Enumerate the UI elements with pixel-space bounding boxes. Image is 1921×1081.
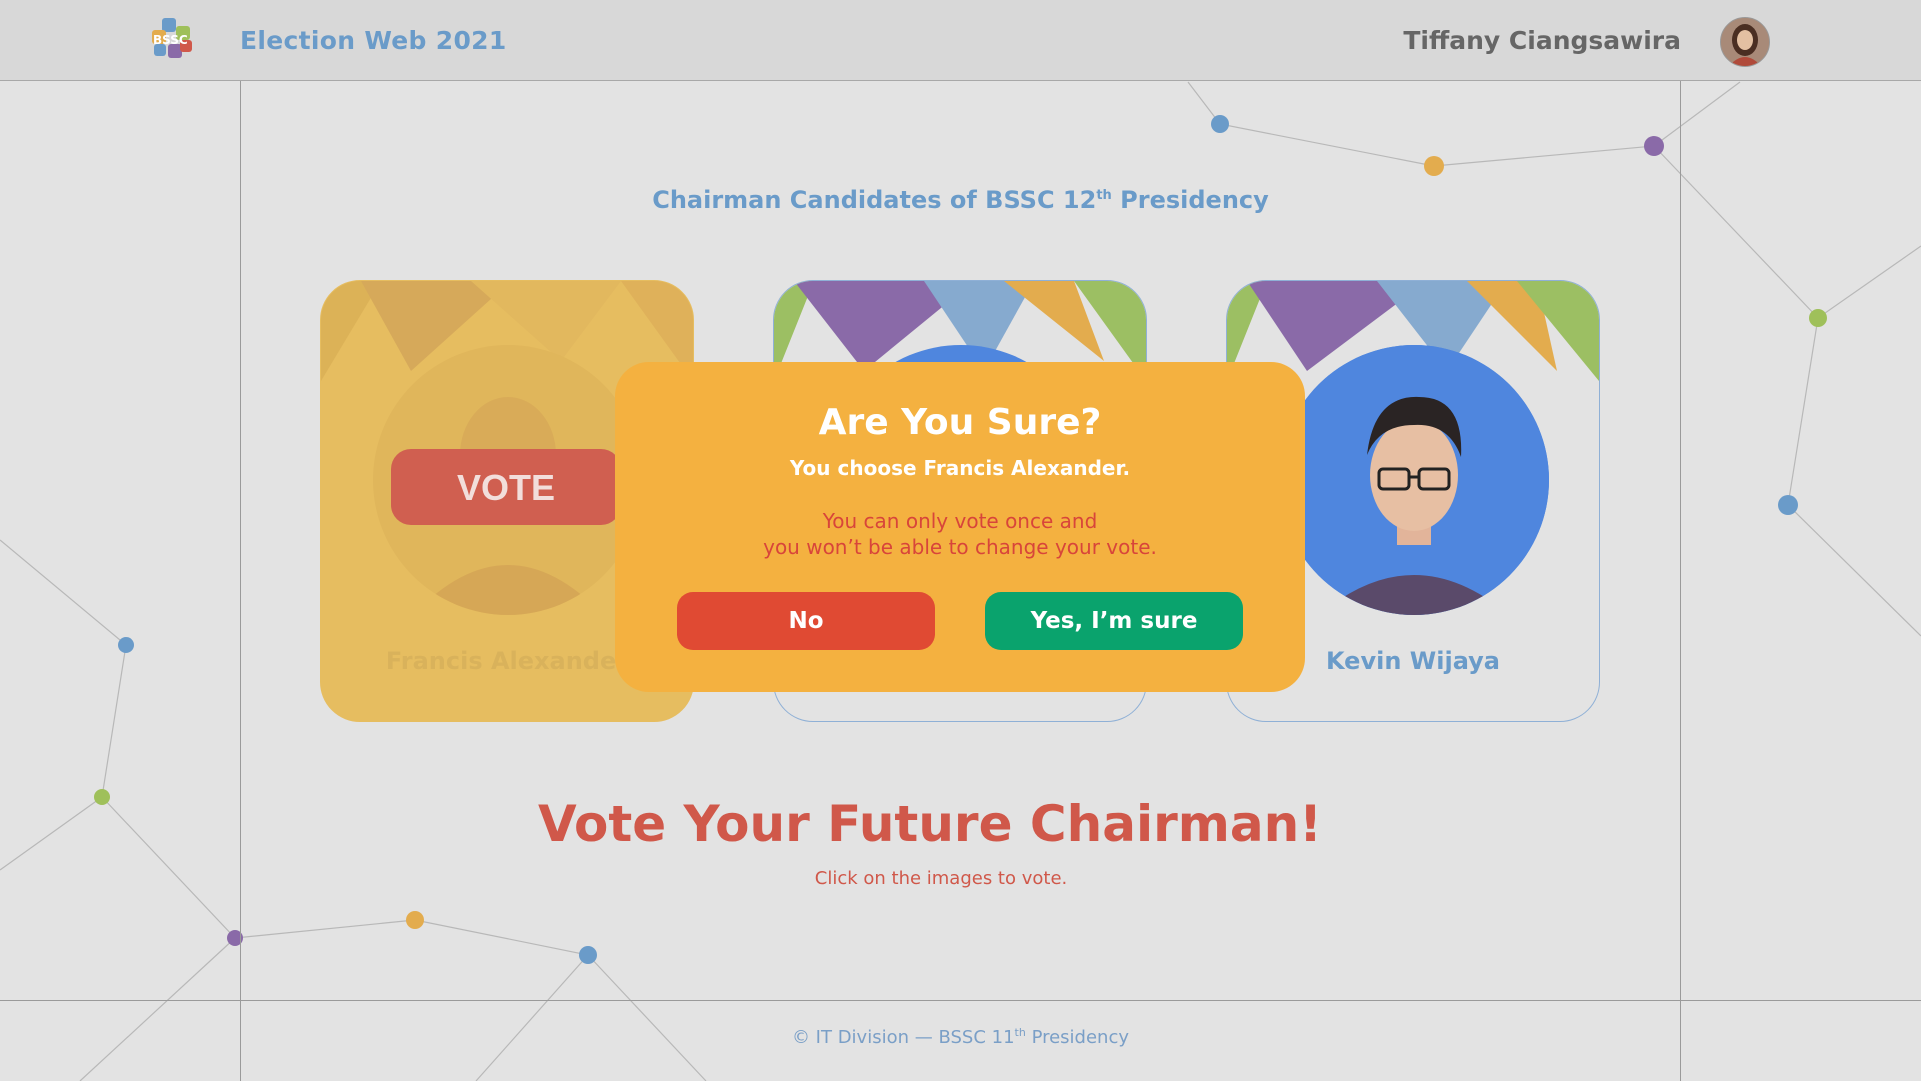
footer-divider	[0, 1000, 1921, 1001]
layout-guide-left	[240, 80, 241, 1081]
footer-sup: th	[1014, 1026, 1026, 1039]
dialog-title: Are You Sure?	[818, 402, 1102, 443]
dialog-warning-line-2: you won’t be able to change your vote.	[763, 535, 1157, 559]
section-title: Chairman Candidates of BSSC 12th Preside…	[0, 186, 1921, 214]
yes-confirm-button[interactable]: Yes, I’m sure	[985, 592, 1243, 650]
section-title-sup: th	[1096, 188, 1112, 203]
top-bar: BSSC Election Web 2021 Tiffany Ciangsawi…	[0, 0, 1921, 81]
dialog-subtitle: You choose Francis Alexander.	[789, 456, 1131, 480]
layout-guide-right	[1680, 80, 1681, 1081]
headline: Vote Your Future Chairman!	[538, 795, 1322, 853]
footer-suffix: Presidency	[1025, 1027, 1130, 1048]
candidate-photo[interactable]	[1279, 345, 1549, 615]
avatar-portrait-icon	[1721, 18, 1769, 66]
section-title-suffix: Presidency	[1111, 186, 1269, 214]
footer-prefix: © IT Division — BSSC 11	[791, 1027, 1015, 1048]
confirm-vote-dialog: Are You Sure? You choose Francis Alexand…	[615, 362, 1305, 692]
candidate-portrait	[1279, 345, 1549, 615]
section-title-text: Chairman Candidates of BSSC 12	[652, 186, 1097, 214]
logo-text: BSSC	[153, 33, 188, 47]
footer: © IT Division — BSSC 11th Presidency	[0, 1026, 1921, 1048]
user-avatar[interactable]	[1720, 17, 1770, 67]
instruction-text: Click on the images to vote.	[814, 868, 1068, 889]
page: BSSC Election Web 2021 Tiffany Ciangsawi…	[0, 0, 1921, 1081]
no-button[interactable]: No	[677, 592, 935, 650]
app-title[interactable]: Election Web 2021	[240, 26, 507, 55]
user-name[interactable]: Tiffany Ciangsawira	[1403, 26, 1681, 55]
vote-button[interactable]: VOTE	[391, 449, 621, 525]
dialog-warning: You can only vote once and you won’t be …	[615, 508, 1305, 560]
dialog-warning-line-1: You can only vote once and	[822, 509, 1098, 533]
